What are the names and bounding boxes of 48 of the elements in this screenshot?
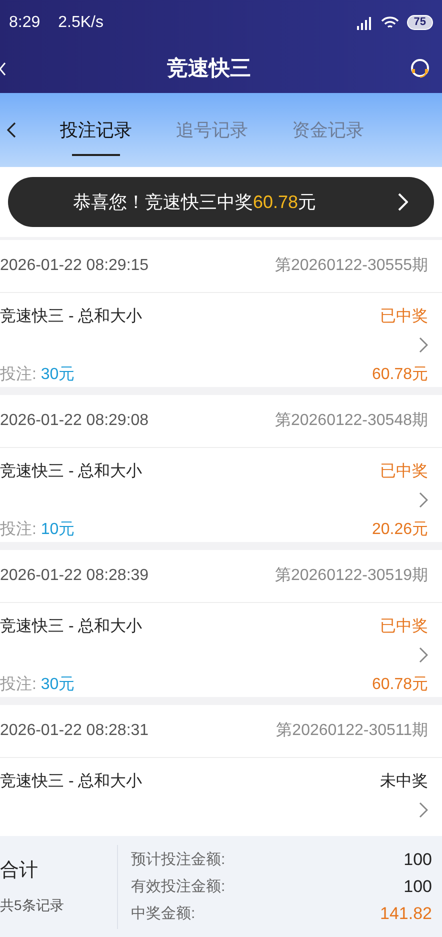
back-icon[interactable] [7,122,16,138]
stake-amount: 投注: 30元 [0,364,75,385]
bet-time: 2026-01-22 08:29:08 [0,411,149,431]
game-name: 竞速快三 - 总和大小 [0,306,142,327]
summary-label: 中奖金额: [131,904,196,924]
summary-value: 100 [404,876,432,897]
record-card[interactable]: 2026-01-22 08:29:15 第20260122-30555期 竞速快三 - 总和大小 已中奖 投注: 30元 60.78元 [0,240,442,387]
bet-time: 2026-01-22 08:28:31 [0,721,149,741]
game-name: 竞速快三 - 总和大小 [0,772,142,792]
issue-number: 第20260122-30511期 [276,721,428,741]
record-card[interactable]: 2026-01-22 08:29:08 第20260122-30548期 竞速快三 - 总和大小 已中奖 投注: 10元 20.26元 [0,395,442,542]
result-status: 已中奖 [380,462,428,482]
game-name: 竞速快三 - 总和大小 [0,462,142,482]
prize-amount: 20.26元 [372,520,428,540]
issue-number: 第20260122-30548期 [274,411,428,431]
chevron-right-icon [419,802,428,818]
chevron-right-icon [419,492,428,508]
summary-value: 141.82 [380,903,432,924]
summary-value: 100 [404,849,432,870]
wifi-icon [380,16,399,30]
issue-number: 第20260122-30555期 [274,256,428,276]
record-card[interactable]: 2026-01-22 08:28:39 第20260122-30519期 竞速快三 - 总和大小 已中奖 投注: 30元 60.78元 [0,550,442,697]
chevron-right-icon [419,647,428,663]
network-speed: 2.5K/s [58,12,104,32]
result-status: 已中奖 [380,306,428,327]
tab[interactable]: 投注记录 [60,93,132,167]
toast-message: 恭喜您！竞速快三中奖60.78元 [73,190,318,214]
chevron-right-icon[interactable] [398,193,408,211]
battery-indicator: 75 [406,15,433,30]
chevron-right-icon [419,337,428,353]
stake-amount: 投注: 10元 [0,520,75,540]
prize-amount: 60.78元 [372,675,428,695]
record-card[interactable]: 2026-01-22 08:28:31 第20260122-30511期 竞速快三 - 总和大小 未中奖 [0,705,442,836]
game-name: 竞速快三 - 总和大小 [0,616,142,637]
record-count: 共5条记录 [0,896,65,916]
bet-time: 2026-01-22 08:29:15 [0,256,149,276]
result-status: 未中奖 [380,772,428,792]
page-title: 竞速快三 [167,56,251,82]
issue-number: 第20260122-30519期 [274,566,428,586]
total-label: 合计 [0,858,39,883]
prize-amount: 60.78元 [372,365,428,385]
summary-label: 预计投注金额: [131,850,226,870]
status-time: 8:29 [9,12,40,32]
summary-label: 有效投注金额: [131,877,226,897]
stake-amount: 投注: 30元 [0,674,75,695]
bet-time: 2026-01-22 08:28:39 [0,566,149,586]
signal-icon [354,16,373,30]
result-status: 已中奖 [380,616,428,637]
